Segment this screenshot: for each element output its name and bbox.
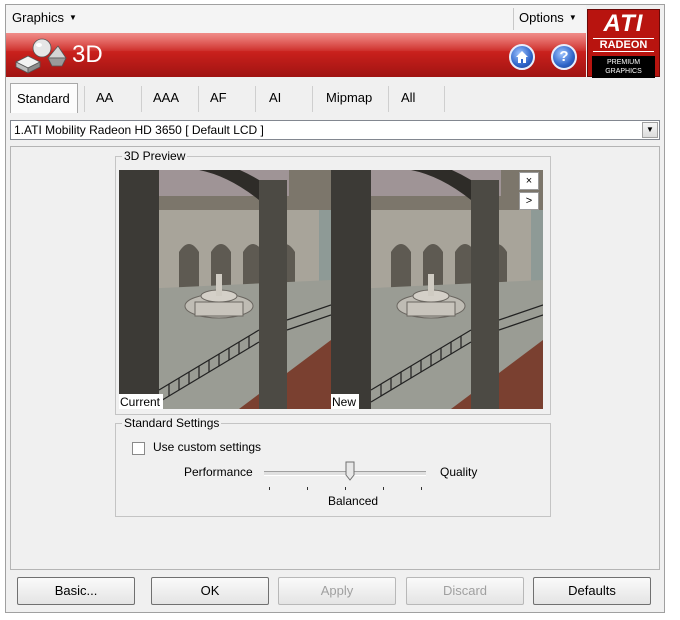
3d-cubes-icon <box>15 38 67 74</box>
basic-button[interactable]: Basic... <box>17 577 135 605</box>
expand-preview-button[interactable]: > <box>519 192 539 210</box>
close-preview-button[interactable]: × <box>519 172 539 190</box>
courtyard-scene <box>331 170 543 409</box>
options-menu[interactable]: Options ▼ <box>519 10 577 25</box>
device-dropdown[interactable]: 1.ATI Mobility Radeon HD 3650 [ Default … <box>10 120 660 140</box>
help-icon: ? <box>559 48 569 65</box>
chevron-down-icon: ▼ <box>568 13 577 22</box>
tab-divider <box>198 86 199 112</box>
tab-af[interactable]: AF <box>210 85 227 111</box>
menu-divider <box>513 8 514 30</box>
tab-aaa[interactable]: AAA <box>153 85 179 111</box>
tab-divider <box>255 86 256 112</box>
logo-premium-text: PREMIUM GRAPHICS <box>592 56 655 78</box>
ok-button[interactable]: OK <box>151 577 269 605</box>
slider-tick <box>307 487 308 490</box>
standard-settings-panel: 3D Preview Current New × > Standard Sett… <box>10 146 660 570</box>
tab-aa[interactable]: AA <box>96 85 113 111</box>
graphics-menu-label: Graphics <box>12 10 65 25</box>
defaults-button[interactable]: Defaults <box>533 577 651 605</box>
preview-group-title: 3D Preview <box>122 149 188 163</box>
preview-group: 3D Preview Current New × > <box>115 149 551 415</box>
close-icon: × <box>525 175 533 187</box>
tab-mipmap[interactable]: Mipmap <box>326 85 372 111</box>
page-title: 3D <box>72 41 103 68</box>
logo-ati-text: ATI <box>603 10 644 37</box>
chevron-down-icon[interactable]: ▼ <box>642 122 658 138</box>
settings-group-title: Standard Settings <box>122 416 222 430</box>
tab-divider <box>312 86 313 112</box>
page-banner: 3D ? <box>6 33 586 77</box>
tab-ai[interactable]: AI <box>269 85 281 111</box>
chevron-down-icon: ▼ <box>69 13 77 22</box>
logo-radeon-text: RADEON <box>593 38 654 52</box>
logo-graphics-line: GRAPHICS <box>605 68 642 75</box>
tab-strip: Standard AA AAA AF AI Mipmap All <box>6 83 666 113</box>
discard-button[interactable]: Discard <box>406 577 524 605</box>
device-dropdown-value: 1.ATI Mobility Radeon HD 3650 [ Default … <box>14 123 264 137</box>
graphics-menu[interactable]: Graphics ▼ <box>12 10 77 25</box>
preview-current-label: Current <box>119 394 164 409</box>
tab-divider <box>388 86 389 112</box>
home-button[interactable] <box>509 44 535 70</box>
slider-value-label: Balanced <box>328 494 379 508</box>
tab-standard[interactable]: Standard <box>10 83 78 113</box>
options-menu-label: Options <box>519 10 564 25</box>
help-button[interactable]: ? <box>551 44 577 70</box>
use-custom-settings-label[interactable]: Use custom settings <box>153 440 261 454</box>
preview-new-image: New <box>331 170 543 409</box>
bottom-button-bar: Basic... OK Apply Discard Defaults <box>6 571 666 613</box>
tab-divider <box>444 86 445 112</box>
ccc-window: Graphics ▼ Options ▼ 3D ? ATI RADEON PRE… <box>5 4 665 613</box>
logo-premium-line: PREMIUM <box>606 59 641 66</box>
preview-new-label: New <box>331 394 360 409</box>
apply-button[interactable]: Apply <box>278 577 396 605</box>
tab-all[interactable]: All <box>401 85 415 111</box>
use-custom-settings-checkbox[interactable] <box>132 442 145 455</box>
slider-tick <box>269 487 270 490</box>
slider-tick <box>383 487 384 490</box>
quality-slider-thumb[interactable] <box>345 461 355 481</box>
preview-current-image: Current <box>119 170 331 409</box>
courtyard-scene <box>119 170 331 409</box>
slider-max-label: Quality <box>440 465 478 479</box>
menu-bar: Graphics ▼ Options ▼ <box>6 5 586 34</box>
slider-tick <box>421 487 422 490</box>
slider-tick <box>345 487 346 490</box>
home-icon <box>516 51 528 63</box>
tab-divider <box>141 86 142 112</box>
standard-settings-group: Standard Settings Use custom settings Pe… <box>115 416 551 517</box>
ati-radeon-logo: ATI RADEON PREMIUM GRAPHICS <box>587 9 660 78</box>
slider-min-label: Performance <box>184 465 253 479</box>
chevron-right-icon: > <box>525 195 533 207</box>
tab-divider <box>84 86 85 112</box>
